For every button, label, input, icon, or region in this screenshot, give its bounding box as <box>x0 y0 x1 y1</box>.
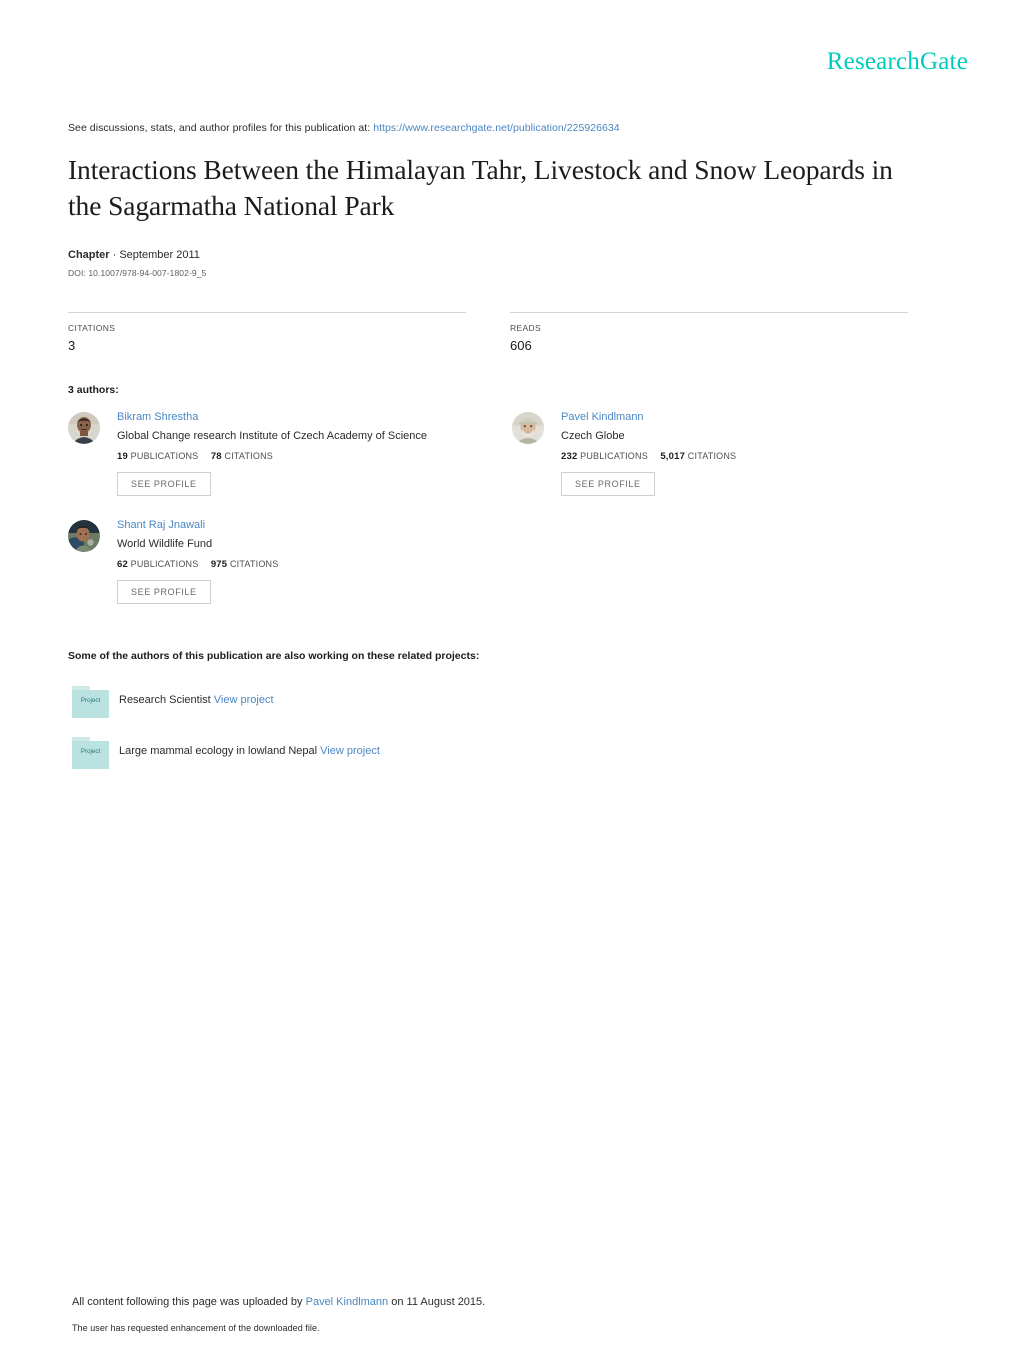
citations-divider <box>68 312 466 313</box>
author-affiliation: World Wildlife Fund <box>117 537 213 550</box>
folder-body-shape <box>72 741 109 769</box>
publications-word: PUBLICATIONS <box>130 558 199 569</box>
project-folder-icon: Project <box>72 686 109 718</box>
stats-section: CITATIONS 3 READS 606 <box>68 312 928 372</box>
project-label: Research Scientist View project <box>119 694 274 706</box>
citations-stat: CITATIONS 3 <box>68 312 466 353</box>
author-citations-count: 78 <box>210 450 222 462</box>
view-project-link[interactable]: View project <box>320 745 380 757</box>
upload-prefix-text: All content following this page was uplo… <box>72 1296 306 1308</box>
author-affiliation: Global Change research Institute of Czec… <box>117 429 428 442</box>
author-citations-count: 5,017 <box>660 450 686 462</box>
folder-glyph-label: Project <box>80 697 101 704</box>
discussions-stats-line: See discussions, stats, and author profi… <box>68 122 620 134</box>
publication-date: September 2011 <box>119 249 200 261</box>
publication-type-separator: · <box>109 249 120 261</box>
author-publications-count: 62 <box>117 558 128 570</box>
citations-value: 3 <box>68 338 76 353</box>
author-card: Shant Raj Jnawali World Wildlife Fund 62… <box>68 518 498 618</box>
author-details: Pavel Kindlmann Czech Globe 232 PUBLICAT… <box>561 410 942 496</box>
folder-body-shape <box>72 690 109 718</box>
related-projects-heading: Some of the authors of this publication … <box>68 650 480 662</box>
project-title: Large mammal ecology in lowland Nepal <box>119 745 318 757</box>
author-details: Bikram Shrestha Global Change research I… <box>117 410 498 496</box>
avatar[interactable] <box>68 412 100 444</box>
author-citations-count: 975 <box>210 558 228 570</box>
author-metrics: 19 PUBLICATIONS 78 CITATIONS <box>117 451 498 462</box>
citations-word: CITATIONS <box>687 450 737 461</box>
uploader-name-link[interactable]: Pavel Kindlmann <box>306 1296 389 1308</box>
author-publications-count: 19 <box>117 450 128 462</box>
citations-word: CITATIONS <box>224 450 273 461</box>
brand-header: ResearchGate <box>0 48 968 76</box>
project-folder-icon: Project <box>72 737 109 769</box>
avatar[interactable] <box>68 520 100 552</box>
publication-url-link[interactable]: https://www.researchgate.net/publication… <box>373 122 620 134</box>
publication-doi: DOI: 10.1007/978-94-007-1802-9_5 <box>68 268 207 278</box>
see-profile-button[interactable]: SEE PROFILE <box>117 579 211 604</box>
publications-word: PUBLICATIONS <box>130 450 199 461</box>
see-profile-button[interactable]: SEE PROFILE <box>561 471 655 496</box>
author-card: Bikram Shrestha Global Change research I… <box>68 410 498 510</box>
author-card: Pavel Kindlmann Czech Globe 232 PUBLICAT… <box>512 410 942 510</box>
author-details: Shant Raj Jnawali World Wildlife Fund 62… <box>117 518 498 604</box>
author-metrics: 232 PUBLICATIONS 5,017 CITATIONS <box>561 451 942 462</box>
upload-suffix-text: on 11 August 2015. <box>388 1296 486 1308</box>
reads-value: 606 <box>510 338 532 353</box>
project-label: Large mammal ecology in lowland Nepal Vi… <box>119 745 380 757</box>
discussions-prefix-text: See discussions, stats, and author profi… <box>68 122 371 134</box>
citations-label: CITATIONS <box>68 323 116 333</box>
project-title: Research Scientist <box>119 694 211 706</box>
publication-type-label: Chapter <box>68 249 110 261</box>
avatar[interactable] <box>512 412 544 444</box>
author-name-link[interactable]: Shant Raj Jnawali <box>117 518 498 534</box>
upload-attribution: All content following this page was uplo… <box>72 1296 485 1308</box>
publications-word: PUBLICATIONS <box>580 450 648 461</box>
author-name-link[interactable]: Pavel Kindlmann <box>561 410 942 426</box>
enhancement-note: The user has requested enhancement of th… <box>72 1323 320 1333</box>
reads-label: READS <box>510 323 542 333</box>
reads-stat: READS 606 <box>510 312 908 353</box>
page-title: Interactions Between the Himalayan Tahr,… <box>68 154 893 222</box>
citations-word: CITATIONS <box>229 558 279 569</box>
researchgate-logo[interactable]: ResearchGate <box>827 48 968 76</box>
author-name-link[interactable]: Bikram Shrestha <box>117 410 498 426</box>
authors-heading: 3 authors: <box>68 384 119 396</box>
author-metrics: 62 PUBLICATIONS 975 CITATIONS <box>117 559 498 570</box>
see-profile-button[interactable]: SEE PROFILE <box>117 471 211 496</box>
reads-divider <box>510 312 908 313</box>
publication-type-row: Chapter · September 2011 <box>68 249 200 261</box>
folder-glyph-label: Project <box>80 748 101 755</box>
researchgate-publication-page: ResearchGate See discussions, stats, and… <box>0 0 1020 1361</box>
author-publications-count: 232 <box>561 450 578 462</box>
view-project-link[interactable]: View project <box>214 694 274 706</box>
author-affiliation: Czech Globe <box>561 429 625 442</box>
